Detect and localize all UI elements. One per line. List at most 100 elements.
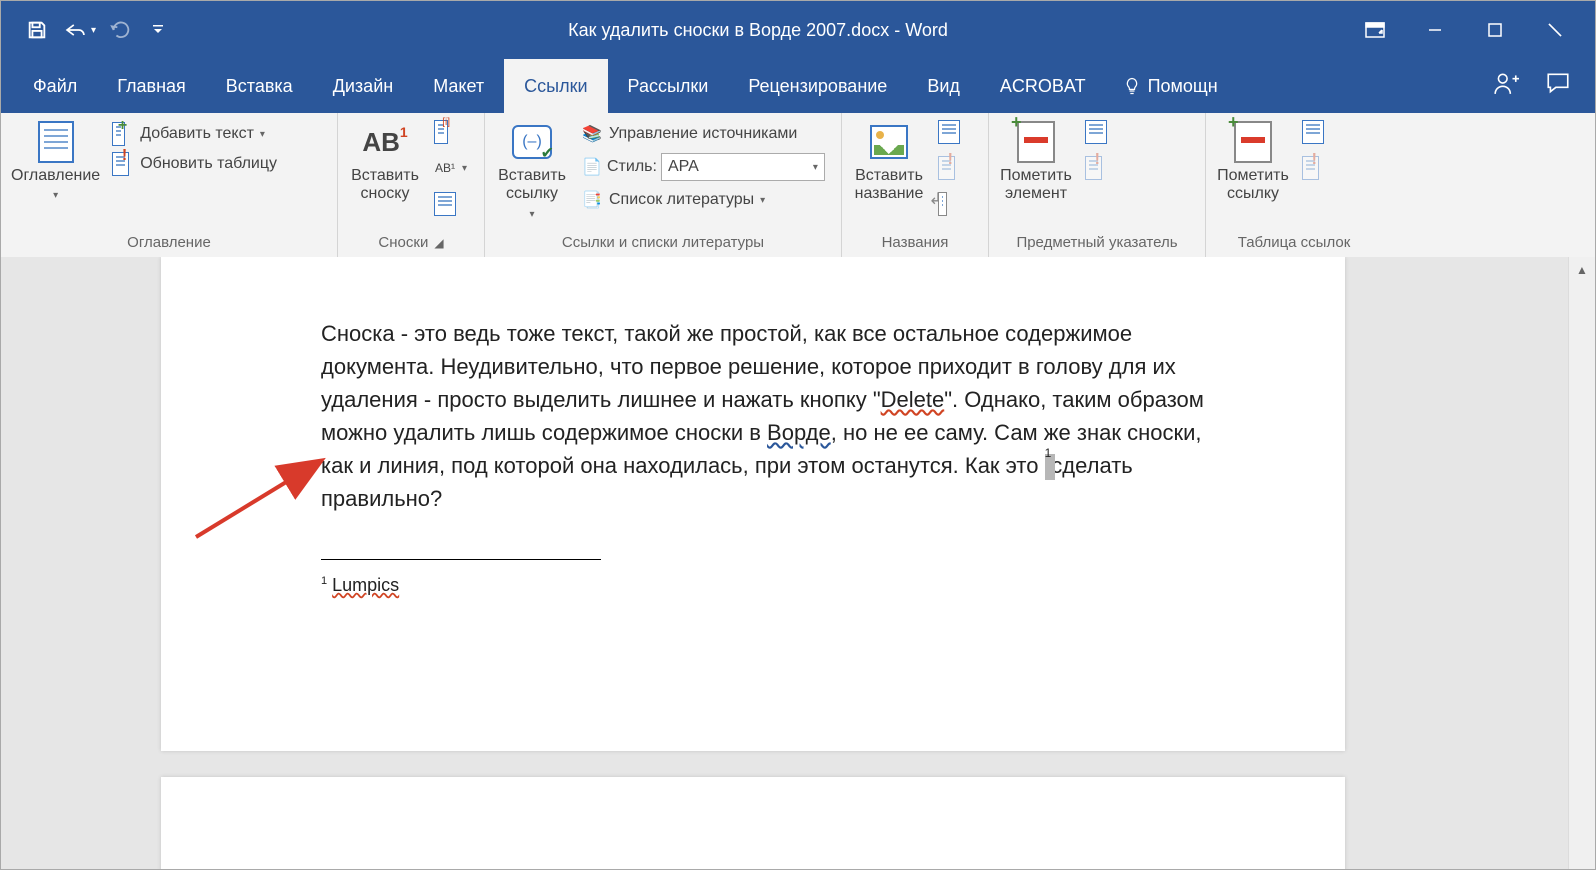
ribbon: Оглавление▾ + Добавить текст▾ ! Обновить… bbox=[1, 113, 1595, 258]
manage-sources-icon: 📚 bbox=[581, 123, 603, 145]
ribbon-display-options-button[interactable] bbox=[1345, 1, 1405, 59]
tab-acrobat[interactable]: ACROBAT bbox=[980, 59, 1106, 113]
update-tof-button[interactable]: ! bbox=[934, 155, 964, 181]
insert-citation-label: Вставить ссылку bbox=[498, 167, 566, 202]
comments-button[interactable] bbox=[1545, 70, 1571, 102]
citation-style-select[interactable]: APA▾ bbox=[661, 153, 825, 181]
group-index-label: Предметный указатель bbox=[997, 230, 1197, 257]
toc-label: Оглавление bbox=[11, 167, 100, 184]
style-label: Стиль: bbox=[607, 158, 657, 176]
redo-button[interactable] bbox=[103, 10, 139, 50]
update-table-button[interactable]: ! Обновить таблицу bbox=[108, 151, 281, 177]
manage-sources-button[interactable]: 📚 Управление источниками bbox=[577, 121, 829, 147]
group-citations-label: Ссылки и списки литературы bbox=[493, 230, 833, 257]
group-toc-label: Оглавление bbox=[9, 230, 329, 257]
update-toa-button[interactable]: ! bbox=[1298, 155, 1328, 181]
share-icon bbox=[1493, 70, 1519, 96]
tab-mailings[interactable]: Рассылки bbox=[608, 59, 729, 113]
ribbon-tabs: Файл Главная Вставка Дизайн Макет Ссылки… bbox=[1, 59, 1595, 113]
page-2[interactable] bbox=[161, 777, 1345, 869]
mark-citation-button[interactable]: + Пометить ссылку bbox=[1214, 117, 1292, 208]
tab-review[interactable]: Рецензирование bbox=[728, 59, 907, 113]
endnote-icon: [i] bbox=[434, 121, 456, 143]
tab-home[interactable]: Главная bbox=[97, 59, 206, 113]
toc-button[interactable]: Оглавление▾ bbox=[9, 117, 102, 208]
insert-tof-button[interactable] bbox=[934, 119, 964, 145]
add-text-button[interactable]: + Добавить текст▾ bbox=[108, 121, 281, 147]
insert-toa-icon bbox=[1302, 121, 1324, 143]
insert-footnote-button[interactable]: AB1 Вставить сноску bbox=[346, 117, 424, 208]
bibliography-button[interactable]: 📑 Список литературы▾ bbox=[577, 187, 829, 213]
footnote-number: 1 bbox=[321, 575, 327, 587]
mark-index-icon: + bbox=[1015, 121, 1057, 163]
add-text-label: Добавить текст bbox=[140, 125, 254, 143]
show-notes-button[interactable] bbox=[430, 191, 471, 217]
toc-icon bbox=[35, 121, 77, 163]
next-footnote-icon: AB¹ bbox=[434, 157, 456, 179]
group-captions-label: Названия bbox=[850, 230, 980, 257]
tell-me-label: Помощн bbox=[1148, 76, 1218, 97]
mark-index-entry-button[interactable]: + Пометить элемент bbox=[997, 117, 1075, 208]
footnote-icon: AB1 bbox=[364, 121, 406, 163]
tab-insert[interactable]: Вставка bbox=[206, 59, 313, 113]
citation-icon: (–)✔ bbox=[511, 121, 553, 163]
title-bar: ▾ Как удалить сноски в Ворде 2007.docx -… bbox=[1, 1, 1595, 59]
save-button[interactable] bbox=[19, 10, 55, 50]
insert-caption-button[interactable]: Вставить название bbox=[850, 117, 928, 208]
maximize-button[interactable] bbox=[1465, 1, 1525, 59]
insert-caption-label: Вставить название bbox=[855, 167, 924, 204]
next-footnote-button[interactable]: AB¹▾ bbox=[430, 155, 471, 181]
update-tof-icon: ! bbox=[938, 157, 960, 179]
annotation-arrow bbox=[191, 452, 331, 542]
bibliography-label: Список литературы bbox=[609, 191, 754, 209]
tab-references[interactable]: Ссылки bbox=[504, 59, 607, 113]
update-toa-icon: ! bbox=[1302, 157, 1324, 179]
comment-icon bbox=[1545, 70, 1571, 96]
footnote-separator bbox=[321, 559, 601, 560]
insert-index-button[interactable] bbox=[1081, 119, 1111, 145]
group-toa-label: Таблица ссылок bbox=[1214, 230, 1374, 257]
crossref-icon: ↲ bbox=[938, 193, 960, 215]
tab-view[interactable]: Вид bbox=[907, 59, 980, 113]
customize-qat-button[interactable] bbox=[145, 10, 171, 50]
document-area: Сноска - это ведь тоже текст, такой же п… bbox=[1, 257, 1595, 869]
undo-button[interactable]: ▾ bbox=[61, 10, 97, 50]
footnotes-launcher[interactable]: ◢ bbox=[434, 236, 443, 250]
scroll-up-button[interactable]: ▲ bbox=[1569, 257, 1595, 283]
add-text-icon: + bbox=[112, 123, 134, 145]
tell-me[interactable]: Помощн bbox=[1106, 59, 1218, 113]
update-index-icon: ! bbox=[1085, 157, 1107, 179]
tab-file[interactable]: Файл bbox=[13, 59, 97, 113]
footnote-reference-mark[interactable]: 1 bbox=[1045, 453, 1052, 478]
page-1[interactable]: Сноска - это ведь тоже текст, такой же п… bbox=[161, 257, 1345, 751]
citation-style-row: 📄 Стиль: APA▾ bbox=[577, 151, 829, 183]
insert-citation-button[interactable]: (–)✔ Вставить ссылку▾ bbox=[493, 117, 571, 226]
manage-sources-label: Управление источниками bbox=[609, 125, 797, 143]
tof-icon bbox=[938, 121, 960, 143]
insert-footnote-label: Вставить сноску bbox=[351, 167, 419, 204]
update-table-label: Обновить таблицу bbox=[140, 155, 277, 173]
insert-toa-button[interactable] bbox=[1298, 119, 1328, 145]
mark-index-label: Пометить элемент bbox=[1000, 167, 1072, 204]
lightbulb-icon bbox=[1122, 76, 1142, 96]
mark-citation-label: Пометить ссылку bbox=[1217, 167, 1289, 204]
vertical-scrollbar[interactable]: ▲ bbox=[1568, 257, 1595, 869]
tab-design[interactable]: Дизайн bbox=[313, 59, 414, 113]
insert-endnote-button[interactable]: [i] bbox=[430, 119, 471, 145]
tab-layout[interactable]: Макет bbox=[413, 59, 504, 113]
show-notes-icon bbox=[434, 193, 456, 215]
update-icon: ! bbox=[112, 153, 134, 175]
minimize-button[interactable] bbox=[1405, 1, 1465, 59]
document-body-text[interactable]: Сноска - это ведь тоже текст, такой же п… bbox=[321, 317, 1205, 515]
insert-index-icon bbox=[1085, 121, 1107, 143]
para-delete: Delete bbox=[881, 387, 945, 412]
style-icon: 📄 bbox=[581, 156, 603, 178]
footnote-text[interactable]: 1 Lumpics bbox=[321, 575, 399, 596]
close-button[interactable] bbox=[1525, 1, 1585, 59]
update-index-button[interactable]: ! bbox=[1081, 155, 1111, 181]
bibliography-icon: 📑 bbox=[581, 189, 603, 211]
share-button[interactable] bbox=[1493, 70, 1519, 102]
group-footnotes-label: Сноски bbox=[378, 234, 428, 251]
cross-reference-button[interactable]: ↲ bbox=[934, 191, 964, 217]
para-vorde: Ворде bbox=[767, 420, 831, 445]
